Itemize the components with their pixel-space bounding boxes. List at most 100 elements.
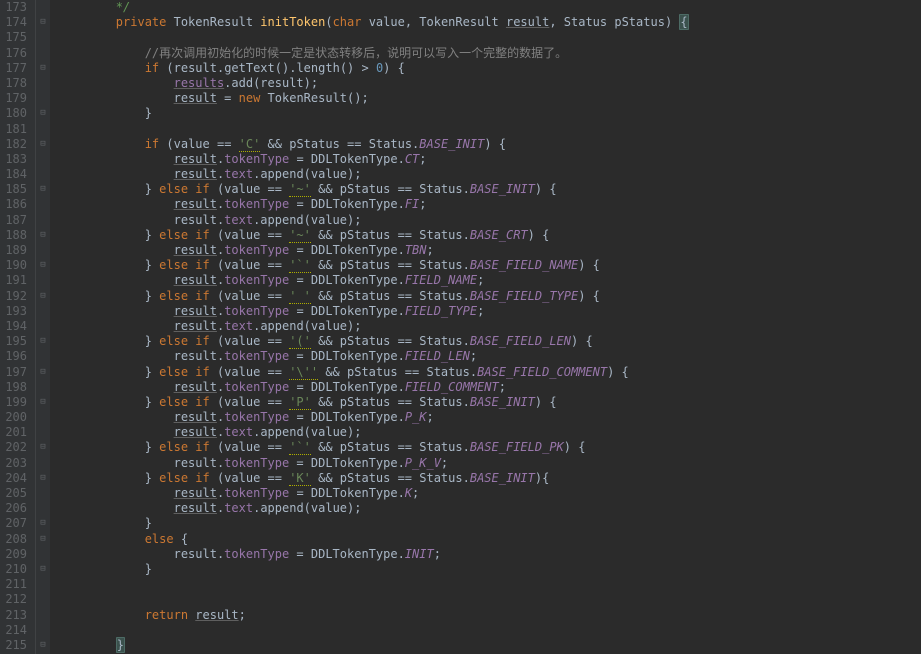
code-line[interactable]: [58, 30, 921, 45]
code-token: (value ==: [166, 137, 238, 151]
code-line[interactable]: } else if (value == '\'' && pStatus == S…: [58, 365, 921, 380]
code-line[interactable]: result.text.append(value);: [58, 213, 921, 228]
fold-marker[interactable]: ⊟: [36, 440, 50, 455]
code-line[interactable]: if (result.getText().length() > 0) {: [58, 61, 921, 76]
code-token: }: [145, 516, 152, 530]
fold-marker: [36, 319, 50, 334]
code-token: else if: [159, 289, 217, 303]
code-line[interactable]: result.text.append(value);: [58, 425, 921, 440]
code-token: else if: [159, 365, 217, 379]
code-token: ;: [434, 547, 441, 561]
fold-marker[interactable]: ⊟: [36, 182, 50, 197]
code-line[interactable]: }: [58, 638, 921, 653]
code-line[interactable]: } else if (value == '`' && pStatus == St…: [58, 440, 921, 455]
fold-marker[interactable]: ⊟: [36, 334, 50, 349]
code-line[interactable]: private TokenResult initToken(char value…: [58, 15, 921, 30]
fold-marker: [36, 0, 50, 15]
fold-marker[interactable]: ⊟: [36, 228, 50, 243]
code-line[interactable]: else {: [58, 532, 921, 547]
code-token: initToken: [260, 15, 325, 29]
code-token: private: [116, 15, 174, 29]
code-line[interactable]: result.tokenType = DDLTokenType.FI;: [58, 197, 921, 212]
code-line[interactable]: } else if (value == '~' && pStatus == St…: [58, 182, 921, 197]
code-token: ) {: [528, 228, 550, 242]
line-number: 173: [4, 0, 27, 15]
code-token: BASE_FIELD_PK: [470, 440, 564, 454]
code-line[interactable]: }: [58, 516, 921, 531]
code-line[interactable]: result.tokenType = DDLTokenType.FIELD_CO…: [58, 380, 921, 395]
code-area[interactable]: */ private TokenResult initToken(char va…: [50, 0, 921, 654]
code-line[interactable]: result.text.append(value);: [58, 501, 921, 516]
line-number: 215: [4, 638, 27, 653]
code-line[interactable]: }: [58, 562, 921, 577]
line-number: 190: [4, 258, 27, 273]
fold-marker[interactable]: ⊟: [36, 395, 50, 410]
fold-marker[interactable]: ⊟: [36, 516, 50, 531]
fold-gutter[interactable]: ⊟⊟⊟⊟⊟⊟⊟⊟⊟⊟⊟⊟⊟⊟⊟⊟⊟: [36, 0, 50, 654]
code-line[interactable]: result.text.append(value);: [58, 319, 921, 334]
code-line[interactable]: result.tokenType = DDLTokenType.FIELD_LE…: [58, 349, 921, 364]
code-token: {: [181, 532, 188, 546]
line-number: 213: [4, 608, 27, 623]
code-line[interactable]: result.tokenType = DDLTokenType.INIT;: [58, 547, 921, 562]
fold-marker[interactable]: ⊟: [36, 532, 50, 547]
code-line[interactable]: [58, 577, 921, 592]
code-token: text: [224, 425, 253, 439]
line-number: 207: [4, 516, 27, 531]
code-token: result: [174, 486, 217, 500]
code-line[interactable]: result.tokenType = DDLTokenType.FIELD_NA…: [58, 273, 921, 288]
code-line[interactable]: results.add(result);: [58, 76, 921, 91]
code-token: result: [195, 608, 238, 622]
fold-marker[interactable]: ⊟: [36, 471, 50, 486]
code-line[interactable]: result.tokenType = DDLTokenType.K;: [58, 486, 921, 501]
code-token: */: [116, 0, 130, 14]
code-line[interactable]: } else if (value == '~' && pStatus == St…: [58, 228, 921, 243]
code-line[interactable]: */: [58, 0, 921, 15]
fold-marker[interactable]: ⊟: [36, 289, 50, 304]
code-line[interactable]: result.tokenType = DDLTokenType.P_K;: [58, 410, 921, 425]
code-token: ;: [412, 486, 419, 500]
code-editor[interactable]: 1731741751761771781791801811821831841851…: [0, 0, 921, 654]
fold-marker[interactable]: ⊟: [36, 638, 50, 653]
code-line[interactable]: result.tokenType = DDLTokenType.TBN;: [58, 243, 921, 258]
fold-marker[interactable]: ⊟: [36, 562, 50, 577]
code-line[interactable]: [58, 592, 921, 607]
fold-marker[interactable]: ⊟: [36, 61, 50, 76]
code-line[interactable]: } else if (value == '`' && pStatus == St…: [58, 258, 921, 273]
fold-marker[interactable]: ⊟: [36, 15, 50, 30]
code-line[interactable]: }: [58, 106, 921, 121]
code-line[interactable]: if (value == 'C' && pStatus == Status.BA…: [58, 137, 921, 152]
code-line[interactable]: } else if (value == ' ' && pStatus == St…: [58, 289, 921, 304]
code-line[interactable]: result.tokenType = DDLTokenType.P_K_V;: [58, 456, 921, 471]
code-token: 'K': [289, 471, 311, 486]
code-token: ) {: [535, 395, 557, 409]
code-line[interactable]: } else if (value == '(' && pStatus == St…: [58, 334, 921, 349]
code-line[interactable]: result.text.append(value);: [58, 167, 921, 182]
code-token: else if: [159, 228, 217, 242]
code-token: else if: [159, 471, 217, 485]
code-token: ) {: [607, 365, 629, 379]
fold-marker[interactable]: ⊟: [36, 137, 50, 152]
code-line[interactable]: result.tokenType = DDLTokenType.FIELD_TY…: [58, 304, 921, 319]
code-line[interactable]: } else if (value == 'P' && pStatus == St…: [58, 395, 921, 410]
code-line[interactable]: result.tokenType = DDLTokenType.CT;: [58, 152, 921, 167]
code-token: TokenResult: [174, 15, 261, 29]
code-line[interactable]: //再次调用初始化的时候一定是状态转移后，说明可以写入一个完整的数据了。: [58, 46, 921, 61]
code-line[interactable]: return result;: [58, 608, 921, 623]
fold-marker[interactable]: ⊟: [36, 106, 50, 121]
code-token: (value ==: [217, 258, 289, 272]
code-token: (value ==: [217, 334, 289, 348]
code-line[interactable]: } else if (value == 'K' && pStatus == St…: [58, 471, 921, 486]
code-line[interactable]: [58, 122, 921, 137]
fold-marker[interactable]: ⊟: [36, 258, 50, 273]
code-token: result: [174, 273, 217, 287]
fold-marker: [36, 547, 50, 562]
code-token: = DDLTokenType.: [289, 304, 405, 318]
fold-marker[interactable]: ⊟: [36, 365, 50, 380]
code-line[interactable]: [58, 623, 921, 638]
code-token: TokenResult: [419, 15, 506, 29]
code-line[interactable]: result = new TokenResult();: [58, 91, 921, 106]
code-token: ;: [441, 456, 448, 470]
fold-marker: [36, 592, 50, 607]
code-token: getText: [224, 61, 275, 75]
